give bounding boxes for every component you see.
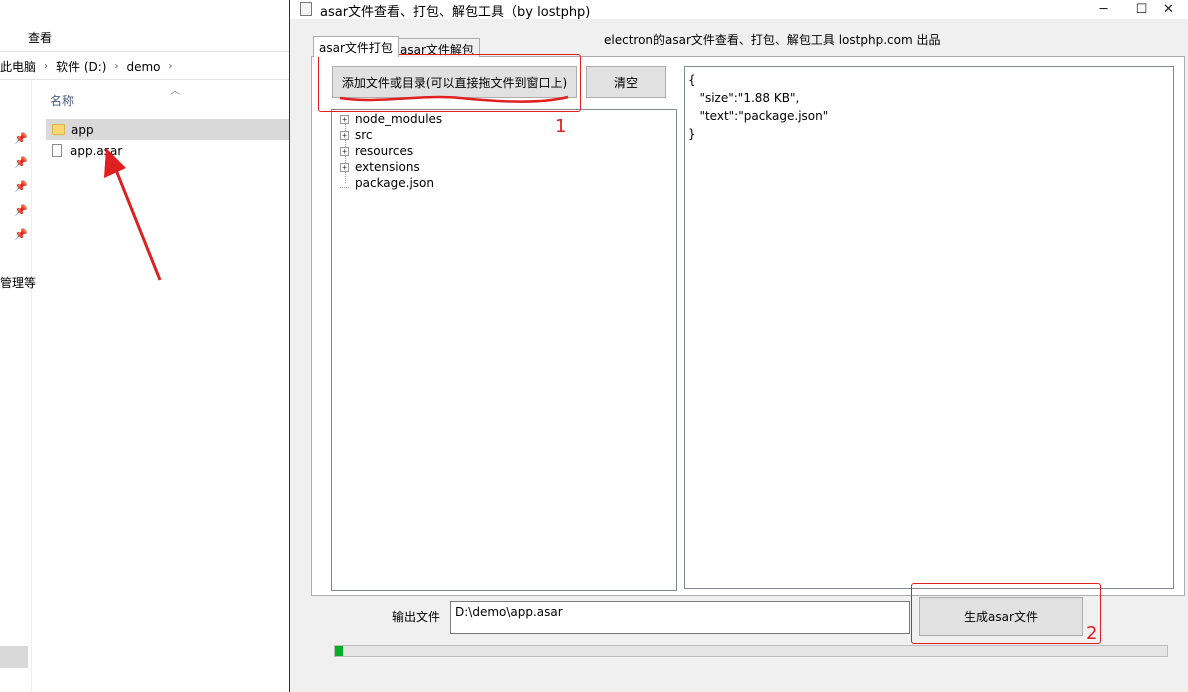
tab-pack[interactable]: asar文件打包 (313, 36, 399, 57)
screen: 查看 此电脑 › 软件 (D:) › demo › 📌 📌 📌 📌 📌 管理等 … (0, 0, 1188, 692)
annotation-arrow-head (104, 148, 126, 178)
annotation-underline (339, 95, 569, 103)
annotation-overlay (104, 95, 569, 281)
annotation-arrow-shaft (110, 159, 162, 281)
